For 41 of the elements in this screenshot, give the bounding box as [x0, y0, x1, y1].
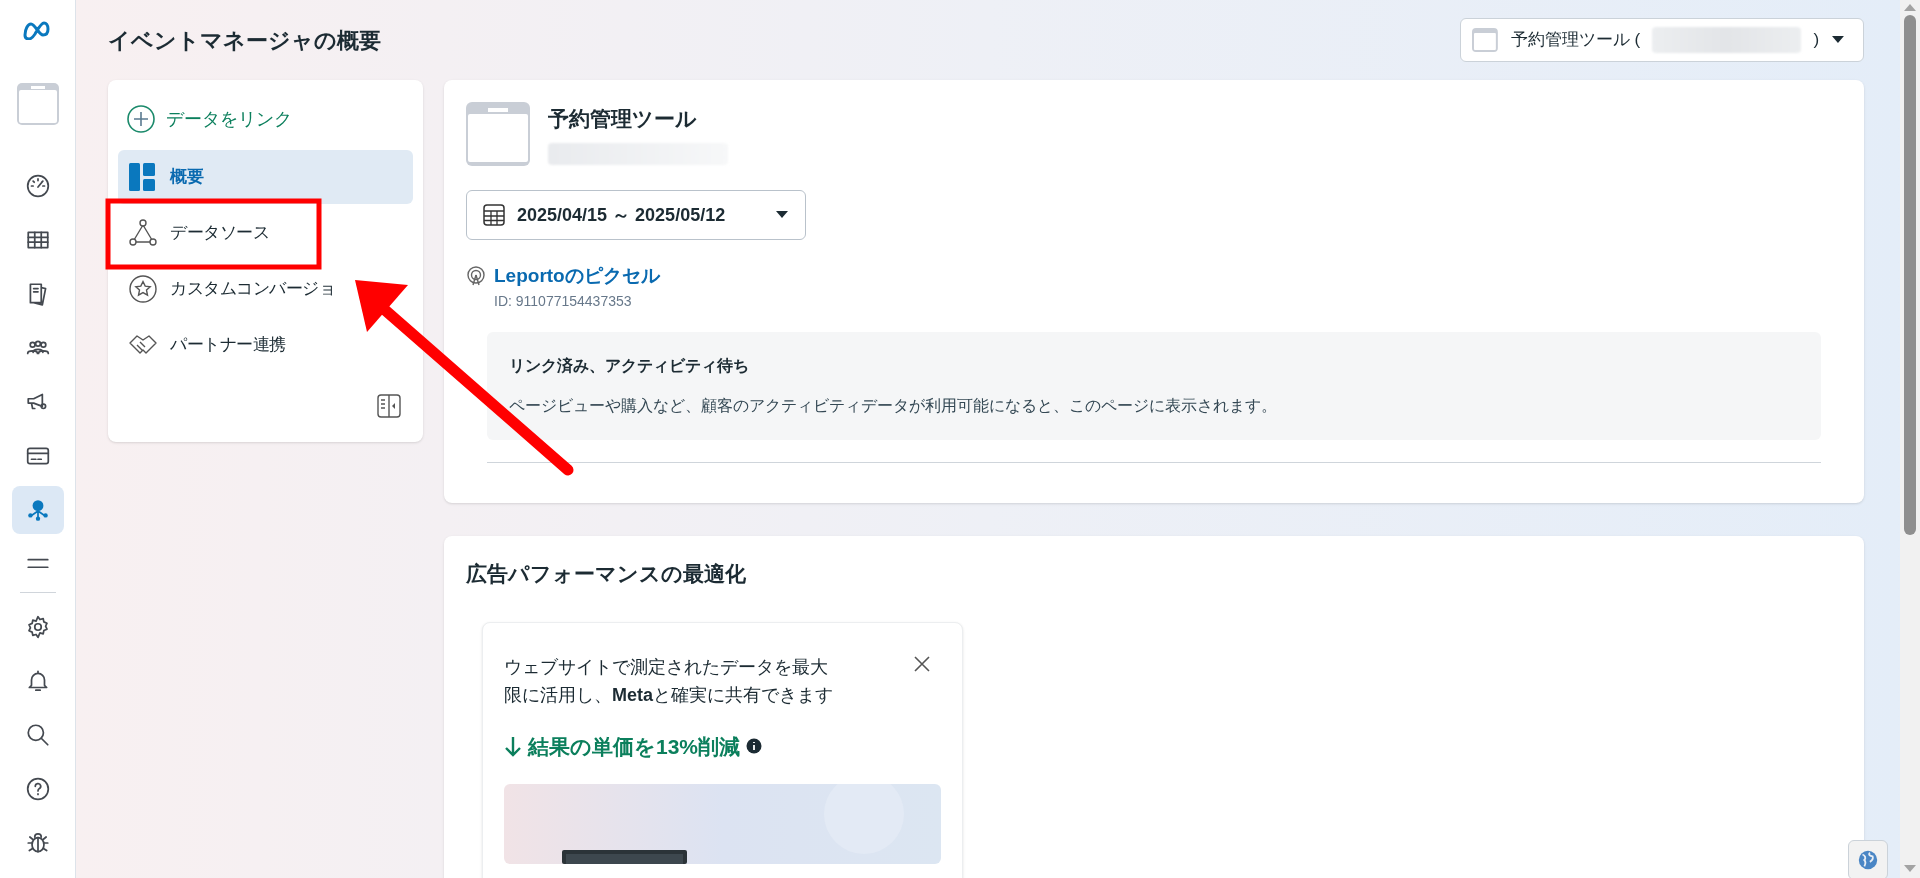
layout-icon	[128, 162, 158, 192]
collapse-panel-icon	[377, 394, 401, 418]
sidebar-item[interactable]: パートナー連携	[118, 318, 413, 372]
close-icon	[913, 654, 931, 673]
dataset-title: 予約管理ツール	[548, 106, 698, 133]
briefcase-icon	[1471, 26, 1499, 54]
briefcase-icon	[15, 82, 60, 126]
plus-circle-icon	[126, 104, 156, 134]
sidebar-item[interactable]: データソース	[118, 206, 413, 260]
account-name: 予約管理ツール (	[1510, 29, 1641, 52]
triangle-nodes-icon	[128, 218, 158, 248]
rail-button[interactable]	[11, 486, 64, 534]
broadcast-icon	[466, 266, 486, 287]
info-icon	[746, 738, 763, 755]
briefcase-icon	[466, 102, 530, 166]
account-dropdown[interactable]: 予約管理ツール ( )	[1460, 18, 1864, 62]
close-button[interactable]	[913, 654, 931, 673]
tip-text: ウェブサイトで測定されたデータを最大限に活用し、Metaと確実に共有できます	[504, 655, 834, 707]
notice-text: ページビューや購入など、顧客のアクティビティデータが利用可能になると、このページに表示されます。	[509, 395, 1278, 416]
link-data-button[interactable]: データをリンク	[118, 90, 413, 148]
notice-title: リンク済み、アクティビティ待ち	[509, 355, 750, 376]
arrow-down-icon	[504, 735, 522, 758]
result-text: 結果の単価を13%削減	[528, 733, 741, 760]
language-button[interactable]	[1848, 840, 1888, 878]
scrollbar[interactable]	[1900, 0, 1920, 878]
help-icon	[24, 776, 51, 802]
caret-down-icon	[1831, 35, 1845, 45]
gauge-icon	[24, 173, 51, 199]
account-suffix: )	[1813, 29, 1820, 52]
star-circle-icon	[128, 274, 158, 304]
pixel-link[interactable]: Leportoのピクセル	[494, 262, 660, 291]
caret-down-icon	[775, 210, 789, 220]
date-range-dropdown[interactable]: 2025/04/15 ～ 2025/05/12	[466, 190, 806, 240]
page-title: イベントマネージャの概要	[108, 26, 381, 55]
calendar-icon	[483, 204, 505, 226]
section-title: 広告パフォーマンスの最適化	[466, 561, 747, 587]
search-icon	[24, 722, 51, 748]
sidebar-item[interactable]: カスタムコンバージョ	[118, 262, 413, 316]
sidebar-item[interactable]: 概要	[118, 150, 413, 204]
globe-icon	[1857, 849, 1879, 871]
pixel-id: ID: 911077154437353	[494, 291, 633, 311]
